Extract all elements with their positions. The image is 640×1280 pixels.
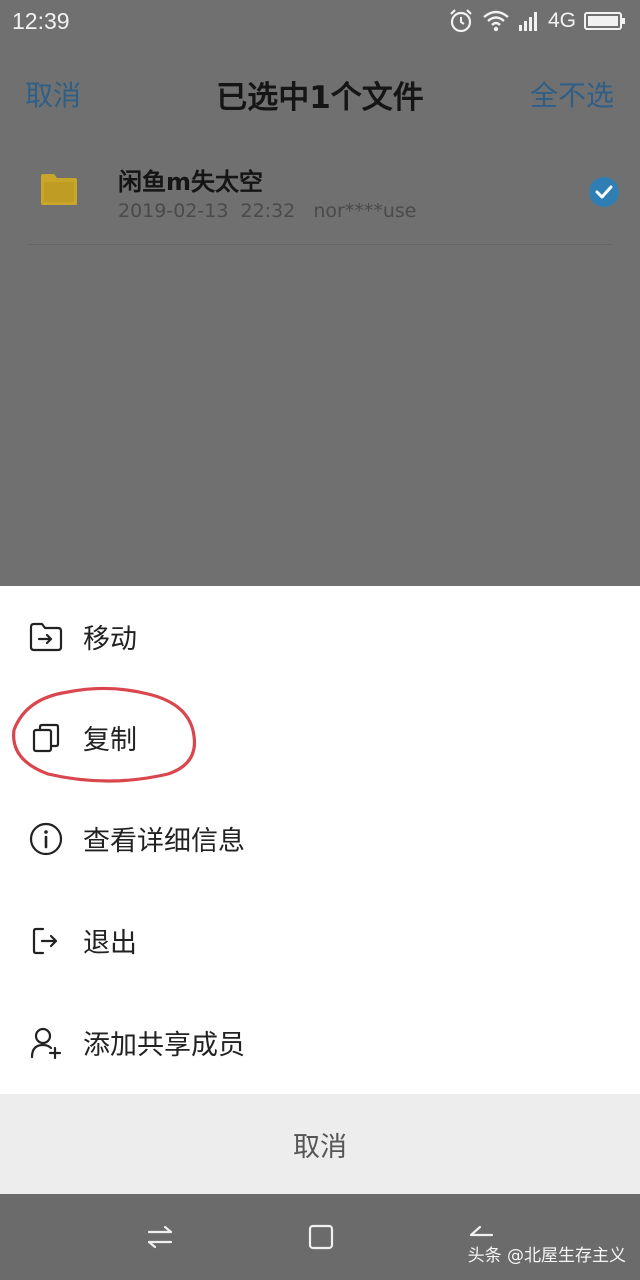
- menu-item-label: 移动: [83, 624, 137, 655]
- battery-icon: [584, 10, 626, 32]
- menu-item-label: 复制: [83, 725, 137, 756]
- menu-item-exit[interactable]: 退出: [0, 890, 640, 991]
- move-to-folder-icon: [28, 619, 64, 655]
- action-sheet: 移动 复制 查看详细信息 退出 添加共享成员: [0, 586, 640, 1094]
- navigation-bar: 头条 @北屋生存主义: [0, 1194, 640, 1280]
- folder-icon: [40, 172, 78, 210]
- file-name: 闲鱼m失太空: [118, 168, 264, 196]
- sheet-cancel-label: 取消: [293, 1131, 347, 1163]
- file-list-item[interactable]: 闲鱼m失太空 2019-02-13 22:32 nor****use: [0, 150, 640, 242]
- status-icons: 4G: [448, 8, 626, 34]
- file-meta: 2019-02-13 22:32 nor****use: [118, 200, 417, 222]
- menu-item-details[interactable]: 查看详细信息: [0, 788, 640, 889]
- add-member-icon: [28, 1025, 64, 1061]
- network-type: 4G: [547, 9, 576, 32]
- alarm-icon: [448, 8, 474, 34]
- status-time: 12:39: [12, 8, 70, 34]
- copy-icon: [28, 720, 64, 756]
- sheet-cancel-button[interactable]: 取消: [0, 1094, 640, 1194]
- status-bar: 12:39 4G: [0, 0, 640, 44]
- home-square-icon[interactable]: [306, 1222, 336, 1256]
- checkmark-icon[interactable]: [588, 176, 620, 212]
- menu-item-copy[interactable]: 复制: [0, 687, 640, 788]
- deselect-all-button[interactable]: 全不选: [530, 74, 614, 114]
- info-icon: [28, 821, 64, 857]
- menu-item-label: 退出: [83, 928, 137, 959]
- exit-icon: [28, 923, 64, 959]
- signal-icon: [518, 11, 540, 31]
- selection-header: 取消 已选中1个文件 全不选: [0, 60, 640, 124]
- menu-item-move[interactable]: 移动: [0, 586, 640, 687]
- wifi-icon: [482, 9, 510, 33]
- menu-item-label: 查看详细信息: [83, 826, 245, 857]
- watermark: 头条 @北屋生存主义: [467, 1246, 626, 1266]
- row-divider: [28, 244, 612, 245]
- menu-item-add-member[interactable]: 添加共享成员: [0, 992, 640, 1093]
- switch-icon[interactable]: [145, 1222, 175, 1256]
- menu-item-label: 添加共享成员: [83, 1030, 245, 1061]
